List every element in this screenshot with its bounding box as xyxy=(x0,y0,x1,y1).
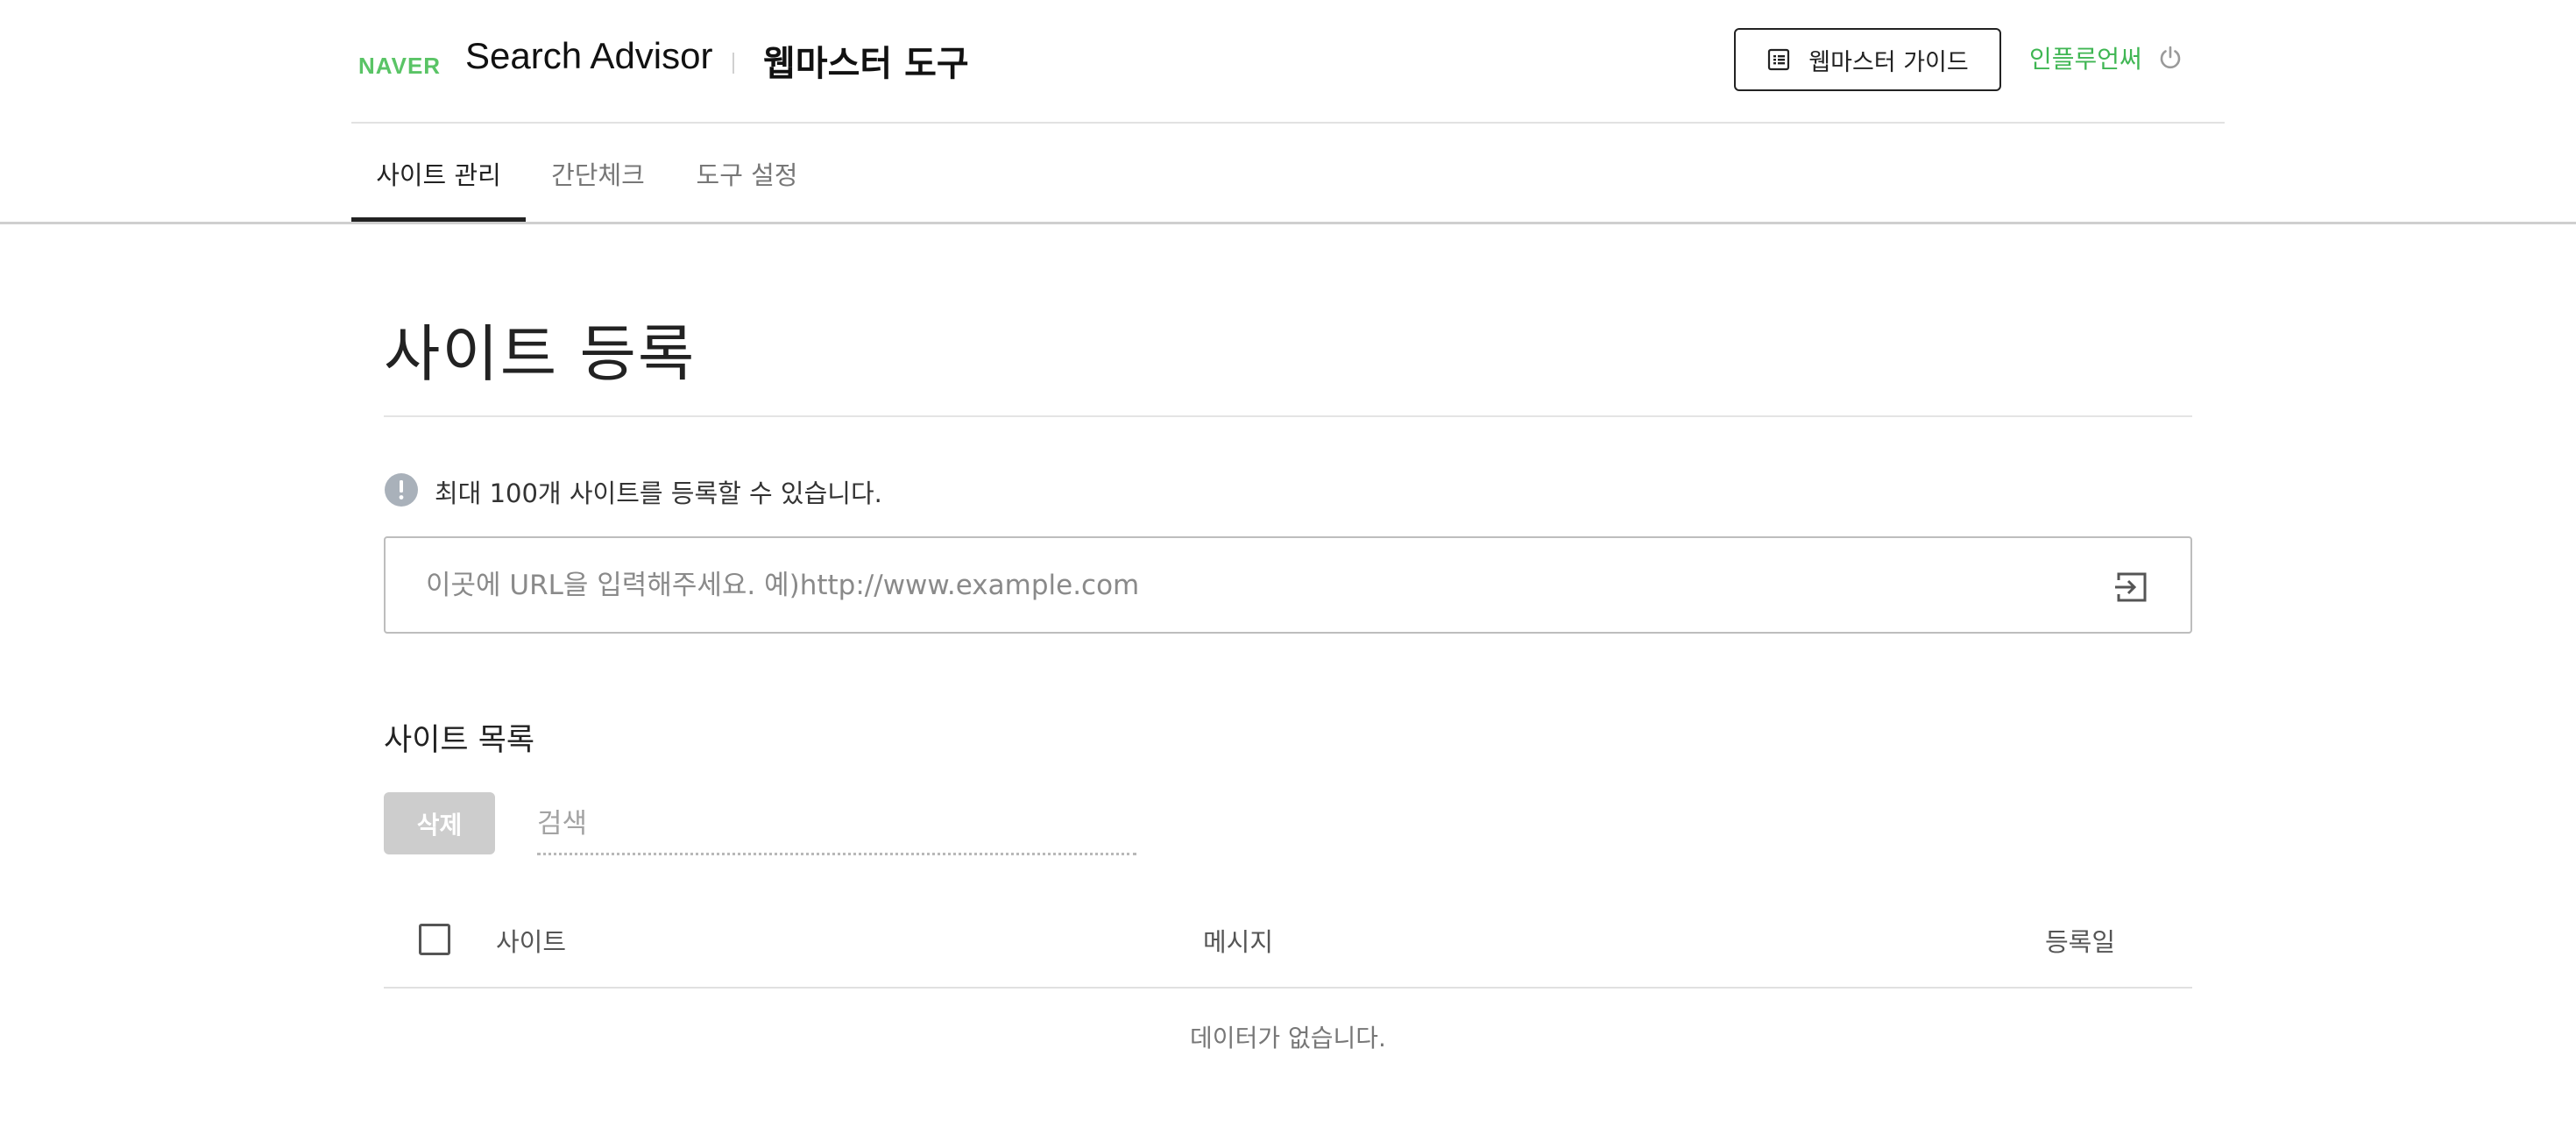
url-input-box xyxy=(384,536,2192,634)
notice: 최대 100개 사이트를 등록할 수 있습니다. xyxy=(384,472,882,511)
webmaster-guide-label: 웹마스터 가이드 xyxy=(1808,48,1969,76)
top-header: NAVER Search Advisor 웹마스터 도구 웹마스터 가이드 인플… xyxy=(351,0,2225,124)
brand-title[interactable]: Search Advisor xyxy=(465,35,712,77)
enter-icon[interactable] xyxy=(2112,570,2150,605)
tab-site-management[interactable]: 사이트 관리 xyxy=(351,125,526,222)
title-divider xyxy=(384,415,2192,417)
tool-title[interactable]: 웹마스터 도구 xyxy=(763,35,969,86)
notice-text: 최대 100개 사이트를 등록할 수 있습니다. xyxy=(435,478,882,508)
tab-quick-check[interactable]: 간단체크 xyxy=(526,125,670,222)
select-all-checkbox[interactable] xyxy=(419,924,450,955)
url-input[interactable] xyxy=(424,559,2089,612)
empty-table-message: 데이터가 없습니다. xyxy=(1190,1024,1386,1052)
naver-logo[interactable]: NAVER xyxy=(358,53,441,80)
table-header: 사이트 메시지 등록일 xyxy=(384,890,2192,989)
column-header-date: 등록일 xyxy=(2045,927,2116,957)
delete-button[interactable]: 삭제 xyxy=(384,792,495,854)
user-name-link[interactable]: 인플루언써 xyxy=(2029,40,2142,75)
document-list-icon xyxy=(1766,47,1791,72)
column-header-site: 사이트 xyxy=(496,927,567,957)
webmaster-guide-button[interactable]: 웹마스터 가이드 xyxy=(1734,28,2001,91)
power-icon[interactable] xyxy=(2156,44,2184,72)
search-input[interactable] xyxy=(537,801,1136,847)
brand-divider xyxy=(732,53,734,74)
search-field xyxy=(537,792,1136,855)
tabs-divider xyxy=(0,222,2576,224)
site-list-title: 사이트 목록 xyxy=(384,723,535,758)
column-header-message: 메시지 xyxy=(1203,927,1274,957)
exclamation-icon xyxy=(384,472,419,511)
page-title: 사이트 등록 xyxy=(384,318,697,390)
main-tabs: 사이트 관리 간단체크 도구 설정 xyxy=(351,125,824,222)
tab-tool-settings[interactable]: 도구 설정 xyxy=(670,125,824,222)
